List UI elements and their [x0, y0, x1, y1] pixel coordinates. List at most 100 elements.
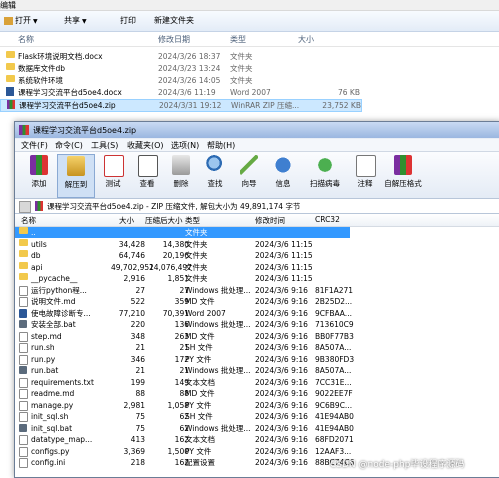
table-row[interactable]: init_sql.bat 75 62 Windows 批处理... 2024/3/6 9…: [15, 423, 499, 434]
table-row[interactable]: datatype_map... 413 162 文本文档 2024/3/6 9:16 68…: [15, 434, 499, 445]
cell-modified: 2024/3/6 9:16: [255, 320, 308, 329]
cell-name: 运行python程...: [31, 285, 87, 295]
scan-virus-button[interactable]: 扫描病毒: [305, 154, 345, 196]
extract-to-button[interactable]: 解压到: [57, 154, 95, 198]
table-row[interactable]: 运行python程... 27 27 Windows 批处理... 2024/3/6 9…: [15, 285, 499, 296]
table-row[interactable]: run.py 346 172 PY 文件 2024/3/6 9:16 9B380FD3: [15, 354, 499, 365]
file-icon: [19, 389, 28, 399]
file-icon: [19, 331, 28, 342]
magnifier-icon: [206, 155, 224, 175]
column-size[interactable]: 大小: [119, 215, 134, 226]
file-explorer-window: 编辑 打开 ▼ 共享 ▼ 打印 新建文件夹 名称 修改日期 类型 大小 Flask环…: [0, 0, 499, 118]
table-row[interactable]: 说明文件.md 522 359 MD 文件 2024/3/6 9:16 2B25D2...: [15, 296, 499, 307]
table-row[interactable]: run.sh 21 21 SH 文件 2024/3/6 9:16 8A507A...: [15, 342, 499, 353]
table-row[interactable]: configs.py 3,369 1,500 PY 文件 2024/3/6 9:16 12…: [15, 446, 499, 457]
column-date[interactable]: 修改日期: [158, 34, 190, 45]
open-button[interactable]: 打开 ▼: [4, 14, 38, 27]
menu-edit-partial[interactable]: 编辑: [0, 0, 16, 11]
menu-file[interactable]: 文件(F): [21, 140, 48, 151]
folder-icon: [19, 250, 28, 257]
comment-button[interactable]: 注释: [347, 154, 383, 196]
share-button[interactable]: 共享 ▼: [64, 14, 87, 27]
cell-crc32: 8A507A...: [315, 343, 352, 352]
menu-tools[interactable]: 工具(S): [91, 140, 118, 151]
column-type[interactable]: 类型: [185, 215, 200, 226]
new-folder-button[interactable]: 新建文件夹: [154, 14, 194, 27]
list-item[interactable]: 数据库文件db 2024/3/23 13:24 文件夹: [0, 63, 360, 74]
file-name: 课程学习交流平台d5oe4.docx: [18, 88, 122, 97]
table-row[interactable]: __pycache__ 2,916 1,851 文件夹 2024/3/6 11:15: [15, 273, 499, 284]
file-type: 文件夹: [230, 64, 253, 73]
path-bar: 课程学习交流平台d5oe4.zip - ZIP 压缩文件, 解包大小为 49,8…: [15, 199, 499, 214]
file-type: 文件夹: [230, 76, 253, 85]
column-modified[interactable]: 修改时间: [255, 215, 285, 226]
table-row[interactable]: init_sql.sh 75 62 SH 文件 2024/3/6 9:16 41E94AB…: [15, 411, 499, 422]
table-row[interactable]: step.md 348 263 MD 文件 2024/3/6 9:16 BB0F77B3: [15, 331, 499, 342]
menu-favorites[interactable]: 收藏夹(O): [127, 140, 164, 151]
info-button[interactable]: 信息: [265, 154, 301, 196]
cell-size: 220: [130, 320, 145, 329]
table-row[interactable]: run.bat 21 21 Windows 批处理... 2024/3/6 9:16 8A…: [15, 365, 499, 376]
table-row-selected[interactable]: .. 文件夹: [15, 227, 350, 238]
menu-options[interactable]: 选项(N): [171, 140, 199, 151]
cell-type: SH 文件: [185, 412, 213, 421]
cell-modified: 2024/3/6 9:16: [255, 423, 308, 433]
table-row[interactable]: requirements.txt 199 149 文本文档 2024/3/6 9:16 7…: [15, 377, 499, 388]
cell-packed-size: 21: [179, 343, 189, 352]
cell-size: 75: [135, 423, 145, 433]
folder-icon: [6, 51, 15, 58]
add-button[interactable]: 添加: [21, 154, 57, 196]
sfx-button[interactable]: 自解压格式: [381, 154, 425, 196]
list-item-selected[interactable]: 课程学习交流平台d5oe4.zip 2024/3/31 19:12 WinRAR…: [0, 99, 362, 112]
cell-name: manage.py: [31, 400, 74, 410]
column-type[interactable]: 类型: [230, 34, 246, 45]
menu-command[interactable]: 命令(C): [55, 140, 83, 151]
table-row[interactable]: 安装全部.bat 220 136 Windows 批处理... 2024/3/6 9:1…: [15, 319, 499, 330]
archive-file-list: 名称 大小 压缩后大小 类型 修改时间 CRC32 .. 文件夹 utils 34,4…: [15, 214, 499, 477]
table-row[interactable]: 使电故障诊断专... 77,210 70,391 Word 2007 2024/3/6 …: [15, 308, 499, 319]
column-name[interactable]: 名称: [21, 215, 36, 226]
trash-icon: [172, 155, 190, 175]
view-button[interactable]: 查看: [129, 154, 165, 196]
cell-packed-size: 14,380: [162, 239, 189, 249]
table-row[interactable]: manage.py 2,981 1,058 PY 文件 2024/3/6 9:16 9C6…: [15, 400, 499, 411]
file-type: WinRAR ZIP 压缩...: [231, 101, 300, 110]
table-row[interactable]: utils 34,428 14,380 文件夹 2024/3/6 11:15: [15, 238, 499, 250]
up-folder-icon[interactable]: [19, 201, 31, 213]
column-name[interactable]: 名称: [18, 34, 34, 45]
cell-name: ..: [31, 228, 36, 237]
list-item[interactable]: 系统软件环境 2024/3/26 14:05 文件夹: [0, 75, 360, 86]
print-button[interactable]: 打印: [120, 14, 136, 27]
column-packed-size[interactable]: 压缩后大小: [145, 215, 183, 226]
cell-name: run.sh: [31, 343, 55, 352]
comment-icon: [356, 155, 376, 177]
column-crc32[interactable]: CRC32: [315, 215, 340, 224]
cell-name: requirements.txt: [31, 377, 94, 387]
menu-help[interactable]: 帮助(H): [207, 140, 235, 151]
cell-type: 文本文档: [185, 377, 215, 387]
cell-packed-size: 162: [174, 435, 189, 444]
file-name: Flask环境说明文档.docx: [18, 52, 103, 61]
column-size[interactable]: 大小: [298, 34, 314, 45]
delete-button[interactable]: 删除: [163, 154, 199, 196]
title-bar[interactable]: 课程学习交流平台d5oe4.zip: [15, 122, 499, 138]
table-row[interactable]: db 64,746 20,196 文件夹 2024/3/6 11:15: [15, 250, 499, 261]
test-button[interactable]: 测试: [95, 154, 131, 196]
list-item[interactable]: 课程学习交流平台d5oe4.docx 2024/3/6 11:19 Word 2…: [0, 87, 360, 98]
cell-type: 文件夹: [185, 228, 208, 237]
cell-crc32: 9B380FD3: [315, 354, 355, 364]
wizard-button[interactable]: 向导: [231, 154, 267, 196]
file-icon: [19, 412, 28, 422]
table-row[interactable]: api 49,702,951 24,076,497 文件夹 2024/3/6 11:15: [15, 261, 499, 273]
cell-size: 21: [135, 366, 145, 375]
cell-modified: 2024/3/6 11:15: [255, 251, 313, 260]
explorer-column-header: 名称 修改日期 类型 大小: [0, 32, 499, 47]
comment-label: 注释: [357, 179, 373, 188]
cell-packed-size: 136: [174, 320, 189, 329]
find-button[interactable]: 查找: [197, 154, 233, 196]
list-item[interactable]: Flask环境说明文档.docx 2024/3/26 18:37 文件夹: [0, 51, 360, 62]
winrar-menu-bar: 文件(F) 命令(C) 工具(S) 收藏夹(O) 选项(N) 帮助(H): [15, 139, 499, 152]
table-row[interactable]: readme.md 88 88 MD 文件 2024/3/6 9:16 9022EE7F: [15, 388, 499, 399]
cell-crc32: 81F1A271: [315, 285, 354, 295]
cell-type: Word 2007: [185, 308, 226, 318]
